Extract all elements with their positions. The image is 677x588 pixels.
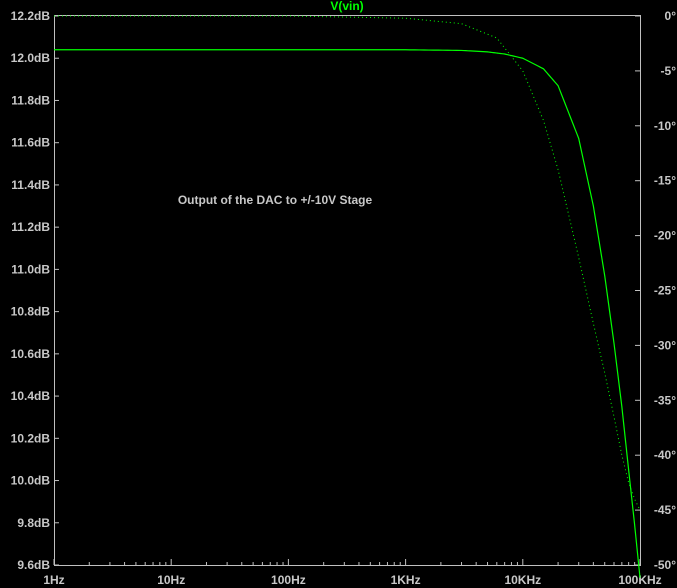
y-right-tick-label: -30° <box>654 338 676 352</box>
chart-title: V(vin) <box>330 0 363 13</box>
y-left-tick-label: 12.2dB <box>11 9 51 23</box>
y-left-tick-label: 11.6dB <box>11 136 50 150</box>
y-right-tick-label: -20° <box>654 229 676 243</box>
y-right-tick-label: -25° <box>654 284 676 298</box>
y-left-tick-label: 10.8dB <box>11 305 51 319</box>
x-tick-label: 10KHz <box>504 573 541 587</box>
y-right-tick-label: -40° <box>654 448 676 462</box>
y-left-tick-label: 10.2dB <box>11 431 51 445</box>
x-tick-label: 10Hz <box>157 573 185 587</box>
y-right-tick-label: 0° <box>665 9 677 23</box>
y-left-tick-label: 9.6dB <box>17 558 50 572</box>
y-right-tick-label: -35° <box>654 393 676 407</box>
y-right-tick-label: -45° <box>654 503 676 517</box>
y-left-tick-label: 11.2dB <box>11 220 50 234</box>
y-left-tick-label: 10.6dB <box>11 347 51 361</box>
y-left-tick-label: 11.8dB <box>11 93 50 107</box>
y-left-tick-label: 11.0dB <box>11 262 50 276</box>
y-right-tick-label: -5° <box>661 64 677 78</box>
y-right-tick-label: -50° <box>654 558 676 572</box>
x-tick-label: 1Hz <box>43 573 64 587</box>
chart-annotation: Output of the DAC to +/-10V Stage <box>178 193 373 207</box>
y-right-tick-label: -15° <box>654 174 676 188</box>
x-tick-label: 1KHz <box>391 573 421 587</box>
y-left-tick-label: 9.8dB <box>17 516 50 530</box>
y-left-tick-label: 10.4dB <box>11 389 51 403</box>
y-left-tick-label: 11.4dB <box>11 178 50 192</box>
y-left-tick-label: 12.0dB <box>11 51 51 65</box>
y-right-tick-label: -10° <box>654 119 676 133</box>
chart-background <box>0 0 677 588</box>
y-left-tick-label: 10.0dB <box>11 474 51 488</box>
x-tick-label: 100Hz <box>271 573 306 587</box>
chart-canvas: V(vin) Output of the DAC to +/-10V Stage… <box>0 0 677 588</box>
